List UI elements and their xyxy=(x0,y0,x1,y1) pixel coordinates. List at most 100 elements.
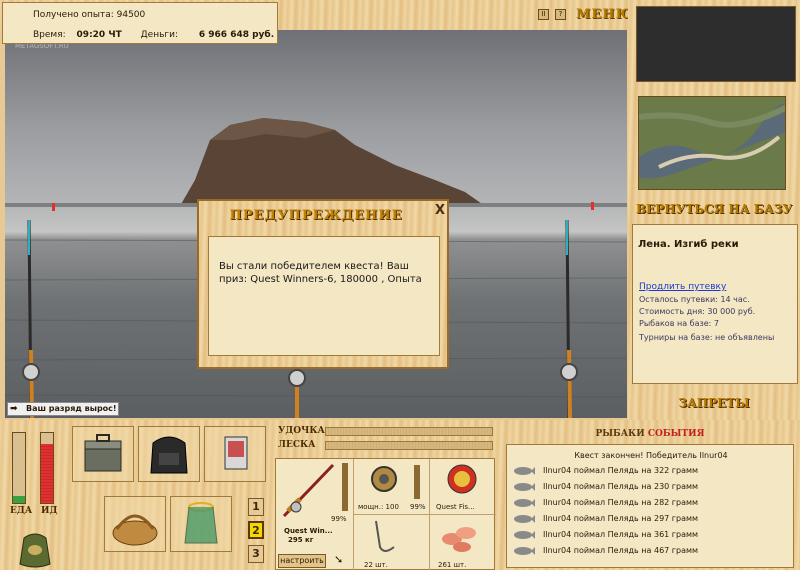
tackle-slots: 99% Quest Win... 295 кг настроить ➘ мощн… xyxy=(275,458,496,570)
inventory-slot-tackle-box[interactable] xyxy=(72,426,134,482)
id-meter-fill xyxy=(41,443,53,503)
id-meter xyxy=(40,432,54,504)
id-label: ИД xyxy=(41,506,58,516)
time-label: Время: xyxy=(33,30,66,40)
arrow-down-right-icon[interactable]: ➘ xyxy=(334,553,343,566)
dialog-body: Вы стали победителем квеста! Ваш приз: Q… xyxy=(208,236,440,356)
rod-right xyxy=(560,219,578,418)
rank-notification[interactable]: ➡ Ваш разряд вырос! xyxy=(7,402,119,416)
tab-fishers[interactable]: РЫБАКИ xyxy=(595,429,644,439)
rod-weight: 295 кг xyxy=(288,536,314,544)
status-meters: ЕДА ИД xyxy=(4,424,64,568)
inventory-page-3[interactable]: 3 xyxy=(248,545,264,563)
event-text: Ilnur04 поймал Пелядь на 361 грамм xyxy=(543,530,699,539)
time-value: 09:20 ЧТ xyxy=(76,30,122,40)
fishers-count: Рыбаков на базе: 7 xyxy=(639,319,719,328)
basket-icon xyxy=(112,514,158,546)
rod-name: Quest Win... xyxy=(284,527,333,535)
list-item: Ilnur04 поймал Пелядь на 297 грамм xyxy=(513,511,789,527)
return-to-base-button[interactable]: ВЕРНУТЬСЯ НА БАЗУ xyxy=(628,202,800,216)
list-item: Ilnur04 поймал Пелядь на 282 грамм xyxy=(513,495,789,511)
line-name: Quest Fis... xyxy=(436,503,475,511)
rod-condition: 99% xyxy=(331,515,347,523)
tackle-box-icon xyxy=(84,434,122,472)
bait-icon xyxy=(442,527,476,552)
events-tabs: РЫБАКИ СОБЫТИЯ xyxy=(503,429,797,439)
inventory-page-1[interactable]: 1 xyxy=(248,498,264,516)
reel-slot[interactable]: мощн.: 100 99% xyxy=(354,459,430,515)
fish-icon xyxy=(513,482,535,495)
top-bar: Получено опыта: 94500 Время: 09:20 ЧТ Де… xyxy=(0,0,632,44)
event-text: Ilnur04 поймал Пелядь на 297 грамм xyxy=(543,514,699,523)
inventory-page-2[interactable]: 2 xyxy=(248,521,264,539)
food-meter-fill xyxy=(13,496,25,503)
event-text: Ilnur04 поймал Пелядь на 230 грамм xyxy=(543,482,699,491)
fish-icon xyxy=(513,498,535,511)
rod-label: УДОЧКА xyxy=(278,426,325,436)
rod-center xyxy=(288,365,306,418)
arrow-right-icon: ➡ xyxy=(10,404,18,414)
echo-sounder-icon xyxy=(224,436,248,470)
location-info-panel: Лена. Изгиб реки Продлить путевку Остало… xyxy=(632,224,798,384)
inventory-slot-keepnet[interactable] xyxy=(170,496,232,552)
reel-condition-bar xyxy=(414,465,420,499)
stats-panel: Получено опыта: 94500 Время: 09:20 ЧТ Де… xyxy=(2,2,278,44)
bait-count: 261 шт. xyxy=(438,561,467,569)
money-label: Деньги: xyxy=(140,30,178,40)
hook-slot[interactable]: 22 шт. xyxy=(354,515,430,570)
money-value: 6 966 648 руб. xyxy=(198,30,275,40)
line-label: ЛЕСКА xyxy=(278,440,316,450)
inventory-slot-basket[interactable] xyxy=(104,496,166,552)
keepnet-icon xyxy=(184,502,218,544)
day-cost: Стоимость дня: 30 000 руб. xyxy=(639,307,756,316)
dialog-title: ПРЕДУПРЕЖДЕНИЕ xyxy=(229,208,403,223)
event-text: Ilnur04 поймал Пелядь на 282 грамм xyxy=(543,498,699,507)
bait-slot[interactable]: 261 шт. xyxy=(430,515,496,570)
close-button[interactable]: X xyxy=(433,204,447,218)
location-title: Лена. Изгиб реки xyxy=(638,239,739,250)
food-label: ЕДА xyxy=(10,506,33,516)
experience-value: 94500 xyxy=(116,10,146,20)
reel-icon xyxy=(371,466,397,492)
food-meter xyxy=(12,432,26,504)
food-bag-icon[interactable] xyxy=(18,528,52,568)
fish-icon xyxy=(513,514,535,527)
location-thumbnail xyxy=(638,96,786,190)
right-sidebar: ВЕРНУТЬСЯ НА БАЗУ Лена. Изгиб реки Продл… xyxy=(628,0,800,420)
tournaments-info: Турниры на базе: не объявлены xyxy=(639,333,775,342)
warning-dialog: ПРЕДУПРЕЖДЕНИЕ X Вы стали победителем кв… xyxy=(197,199,449,369)
rod-left xyxy=(22,219,40,418)
bans-button[interactable]: ЗАПРЕТЫ xyxy=(628,396,800,410)
menu-button[interactable]: МЕНЮ xyxy=(576,7,633,22)
rod-condition-bar xyxy=(342,463,348,511)
dialog-message: Вы стали победителем квеста! Ваш приз: Q… xyxy=(219,261,422,285)
fish-icon xyxy=(513,530,535,543)
minimap[interactable] xyxy=(636,6,796,82)
events-list: Квест закончен! Победитель Ilnur04 Ilnur… xyxy=(506,444,794,568)
tab-events[interactable]: СОБЫТИЯ xyxy=(648,429,705,439)
list-item: Ilnur04 поймал Пелядь на 361 грамм xyxy=(513,527,789,543)
event-text: Ilnur04 поймал Пелядь на 467 грамм xyxy=(543,546,699,555)
line-slot[interactable]: Quest Fis... xyxy=(430,459,496,515)
experience-row: Получено опыта: 94500 xyxy=(33,10,145,20)
quest-finished-text: Квест закончен! Победитель Ilnur04 xyxy=(574,451,728,460)
event-text: Ilnur04 поймал Пелядь на 322 грамм xyxy=(543,466,699,475)
trip-left: Осталось путевки: 14 час. xyxy=(639,295,750,304)
reel-condition: 99% xyxy=(410,503,426,511)
list-item: Ilnur04 поймал Пелядь на 322 грамм xyxy=(513,463,789,479)
tackle-panel: УДОЧКА ЛЕСКА 99% Quest Win... 295 кг нас… xyxy=(272,424,497,570)
help-button[interactable]: ? xyxy=(555,9,566,20)
fishing-line-spool-icon xyxy=(447,464,477,494)
inventory-slot-backpack[interactable] xyxy=(138,426,200,482)
bottom-panel: ЕДА ИД 1 2 3 УДОЧКА ЛЕСКА 99% Quest Win.… xyxy=(0,420,800,570)
rod-icon xyxy=(282,463,335,518)
extend-trip-link[interactable]: Продлить путевку xyxy=(639,282,726,292)
setup-button[interactable]: настроить xyxy=(278,554,326,568)
fish-icon xyxy=(513,546,535,559)
events-panel: РЫБАКИ СОБЫТИЯ Квест закончен! Победител… xyxy=(503,424,797,570)
pause-button[interactable]: II xyxy=(538,9,549,20)
rod-slot[interactable]: 99% Quest Win... 295 кг настроить ➘ xyxy=(276,459,354,570)
inventory-slot-device[interactable] xyxy=(204,426,266,482)
fish-icon xyxy=(513,466,535,479)
rod-tension-bar xyxy=(325,427,493,436)
